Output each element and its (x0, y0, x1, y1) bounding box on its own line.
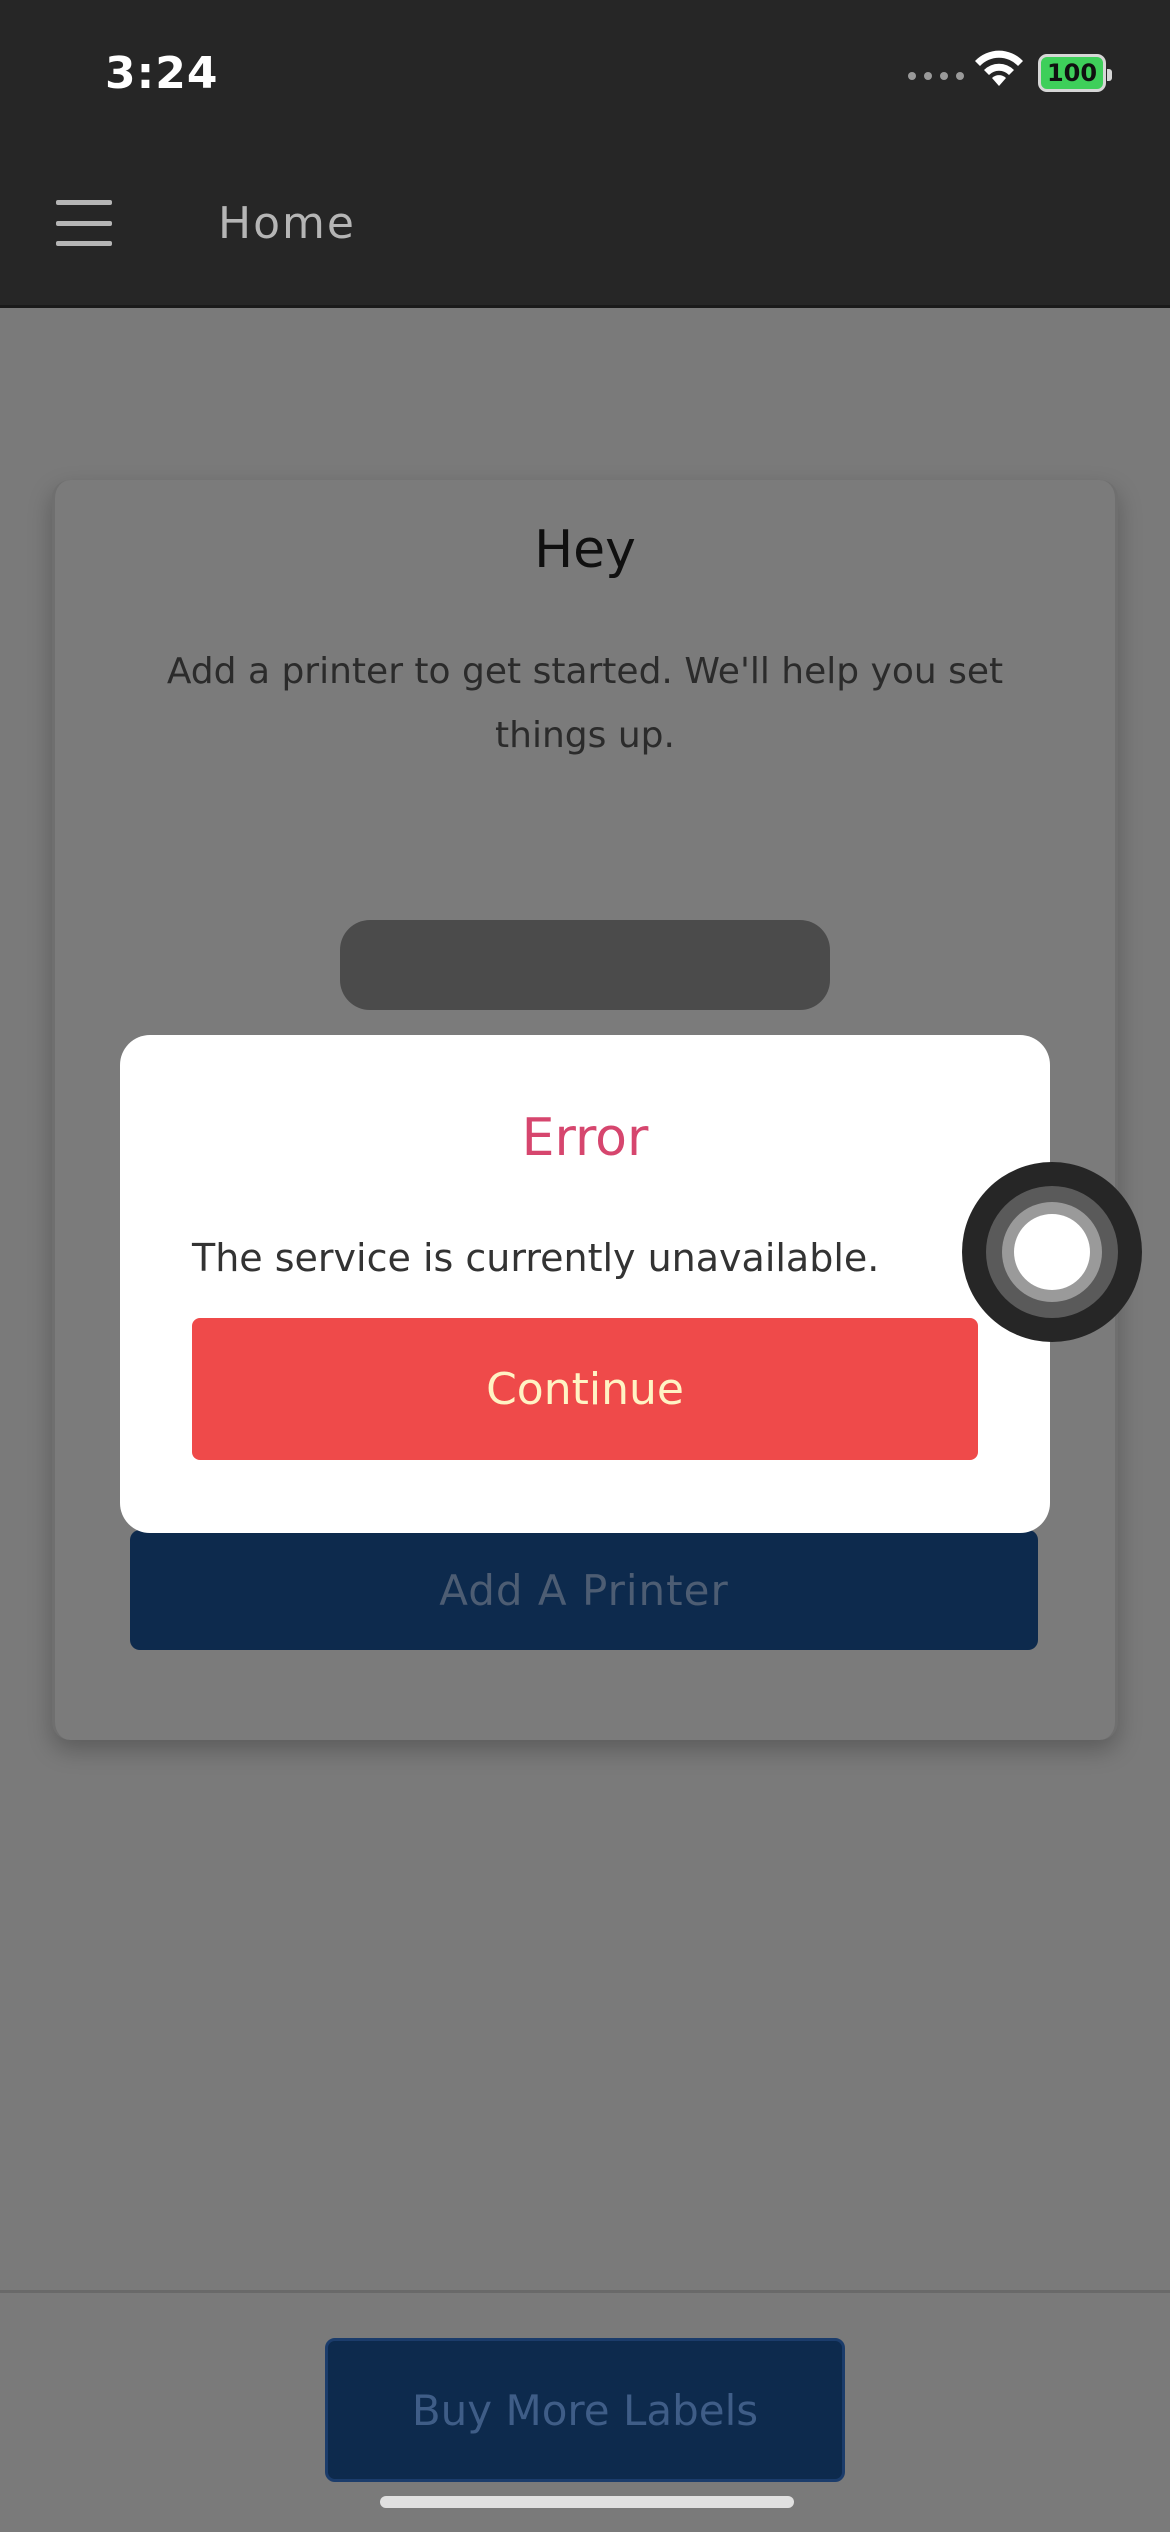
page-title: Home (218, 198, 356, 249)
signal-dots-icon (908, 72, 964, 80)
error-dialog-message: The service is currently unavailable. (192, 1236, 880, 1280)
continue-button[interactable]: Continue (192, 1318, 978, 1460)
hamburger-menu-icon[interactable] (56, 200, 112, 246)
status-time: 3:24 (105, 48, 219, 99)
buy-more-labels-button[interactable]: Buy More Labels (325, 2338, 845, 2482)
assistive-touch-button[interactable] (962, 1162, 1142, 1342)
welcome-title: Hey (534, 520, 636, 580)
welcome-message: Add a printer to get started. We'll help… (166, 651, 1004, 756)
battery-level: 100 (1046, 59, 1098, 87)
footer-divider (0, 2290, 1170, 2293)
error-dialog-title: Error (521, 1108, 649, 1168)
add-printer-button[interactable]: Add A Printer (130, 1530, 1038, 1650)
status-bar: 3:24 100 (0, 0, 1170, 150)
printer-illustration (340, 920, 830, 1010)
top-navbar (0, 150, 1170, 308)
home-indicator (380, 2496, 794, 2508)
wifi-icon (972, 50, 1026, 94)
battery-icon: 100 (1038, 54, 1112, 92)
